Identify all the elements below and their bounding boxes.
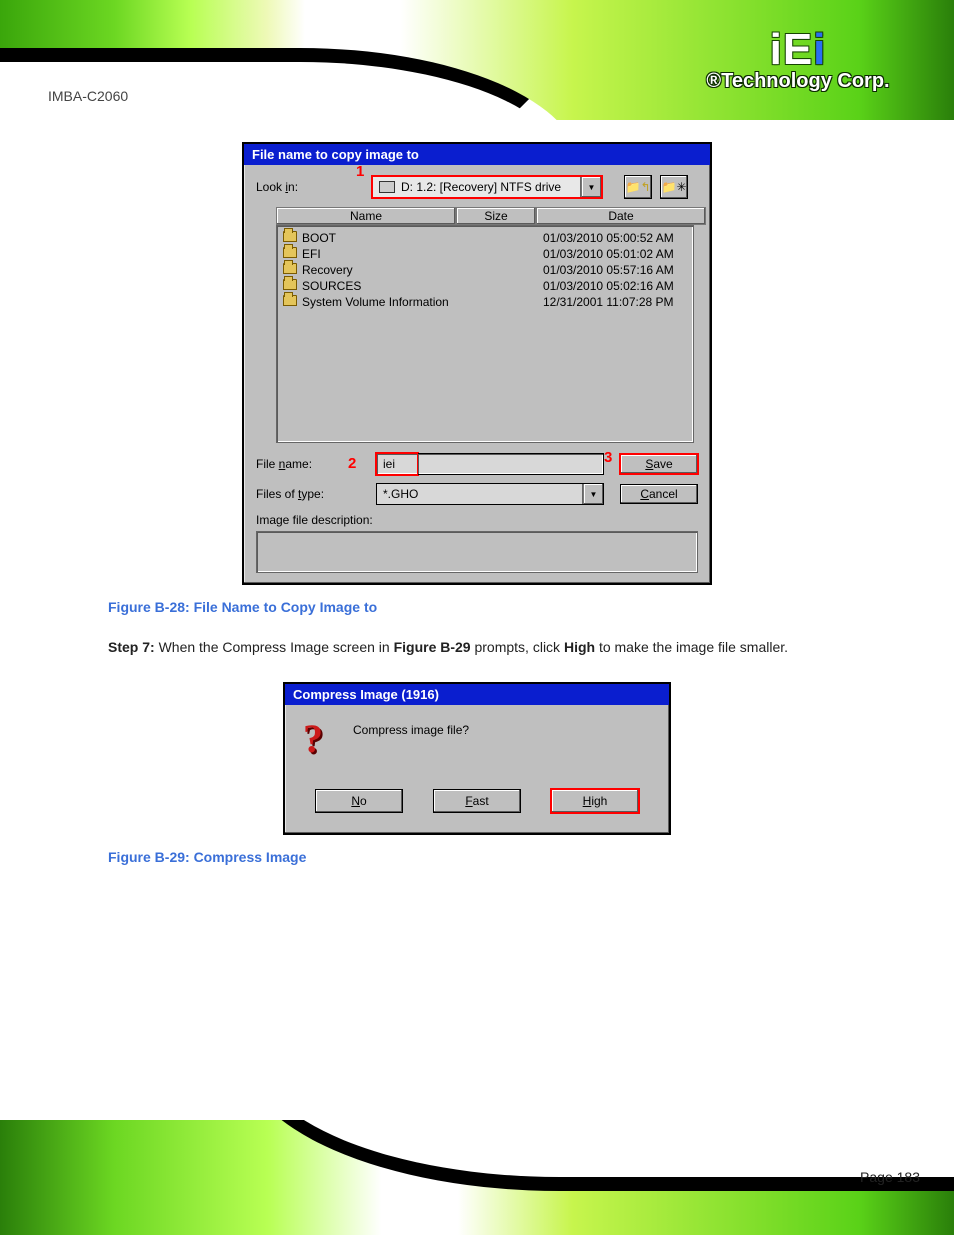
file-list-header: Name Size Date	[276, 207, 694, 225]
save-button[interactable]: Save	[620, 454, 698, 474]
image-description-label: Image file description:	[256, 513, 698, 527]
list-item[interactable]: SOURCES01/03/2010 05:02:16 AM	[283, 278, 687, 294]
list-item[interactable]: Recovery01/03/2010 05:57:16 AM	[283, 262, 687, 278]
page-header-decoration: iEi ®Technology Corp.	[0, 0, 954, 120]
folder-icon	[283, 263, 297, 274]
callout-2: 2	[348, 455, 356, 472]
folder-icon	[283, 247, 297, 258]
compress-dialog: Compress Image (1916) ? Compress image f…	[283, 682, 671, 835]
look-in-combo[interactable]: D: 1.2: [Recovery] NTFS drive ▼	[372, 176, 602, 198]
product-name: IMBA-C2060	[48, 88, 128, 104]
column-size[interactable]: Size	[456, 207, 536, 225]
page-footer-decoration	[0, 1120, 954, 1235]
column-date[interactable]: Date	[536, 207, 706, 225]
step7-text: Step 7: When the Compress Image screen i…	[108, 637, 894, 658]
new-folder-button[interactable]: 📁✳	[660, 175, 688, 199]
brand-logo-block: iEi ®Technology Corp.	[668, 28, 928, 93]
folder-icon	[283, 279, 297, 290]
save-dialog: File name to copy image to 1 2 3 Look in…	[242, 142, 712, 585]
page-number: Page 183	[860, 1169, 920, 1185]
file-list[interactable]: BOOT01/03/2010 05:00:52 AM EFI01/03/2010…	[276, 225, 694, 443]
fast-button[interactable]: Fast	[433, 789, 521, 813]
high-button[interactable]: High	[551, 789, 639, 813]
callout-1: 1	[356, 163, 364, 180]
folder-icon	[283, 231, 297, 242]
folder-icon	[283, 295, 297, 306]
files-of-type-label: Files of type:	[256, 487, 368, 501]
folder-up-icon: 📁↰	[626, 180, 651, 194]
image-description-field[interactable]	[256, 531, 698, 573]
callout-3: 3	[604, 449, 612, 466]
new-folder-icon: 📁✳	[662, 180, 687, 194]
chevron-down-icon[interactable]: ▼	[583, 484, 603, 504]
compress-question: Compress image file?	[353, 719, 469, 737]
look-in-label: Look in:	[256, 180, 364, 194]
list-item[interactable]: System Volume Information12/31/2001 11:0…	[283, 294, 687, 310]
figure-caption-b28: Figure B-28: File Name to Copy Image to	[108, 599, 894, 615]
save-dialog-title: File name to copy image to	[244, 144, 710, 165]
chevron-down-icon[interactable]: ▼	[581, 177, 601, 197]
drive-icon	[379, 181, 395, 193]
look-in-value: D: 1.2: [Recovery] NTFS drive	[401, 180, 561, 194]
list-item[interactable]: BOOT01/03/2010 05:00:52 AM	[283, 230, 687, 246]
cancel-button[interactable]: Cancel	[620, 484, 698, 504]
figure-caption-b29: Figure B-29: Compress Image	[108, 849, 894, 865]
brand-logo-text: iEi	[668, 28, 928, 72]
question-icon: ?	[303, 719, 341, 759]
file-name-input-highlight[interactable]: iei	[376, 453, 418, 475]
folder-up-button[interactable]: 📁↰	[624, 175, 652, 199]
no-button[interactable]: No	[315, 789, 403, 813]
files-of-type-value: *.GHO	[383, 487, 418, 501]
compress-dialog-title: Compress Image (1916)	[285, 684, 669, 705]
list-item[interactable]: EFI01/03/2010 05:01:02 AM	[283, 246, 687, 262]
files-of-type-combo[interactable]: *.GHO ▼	[376, 483, 604, 505]
column-name[interactable]: Name	[276, 207, 456, 225]
file-name-input[interactable]	[418, 453, 604, 475]
